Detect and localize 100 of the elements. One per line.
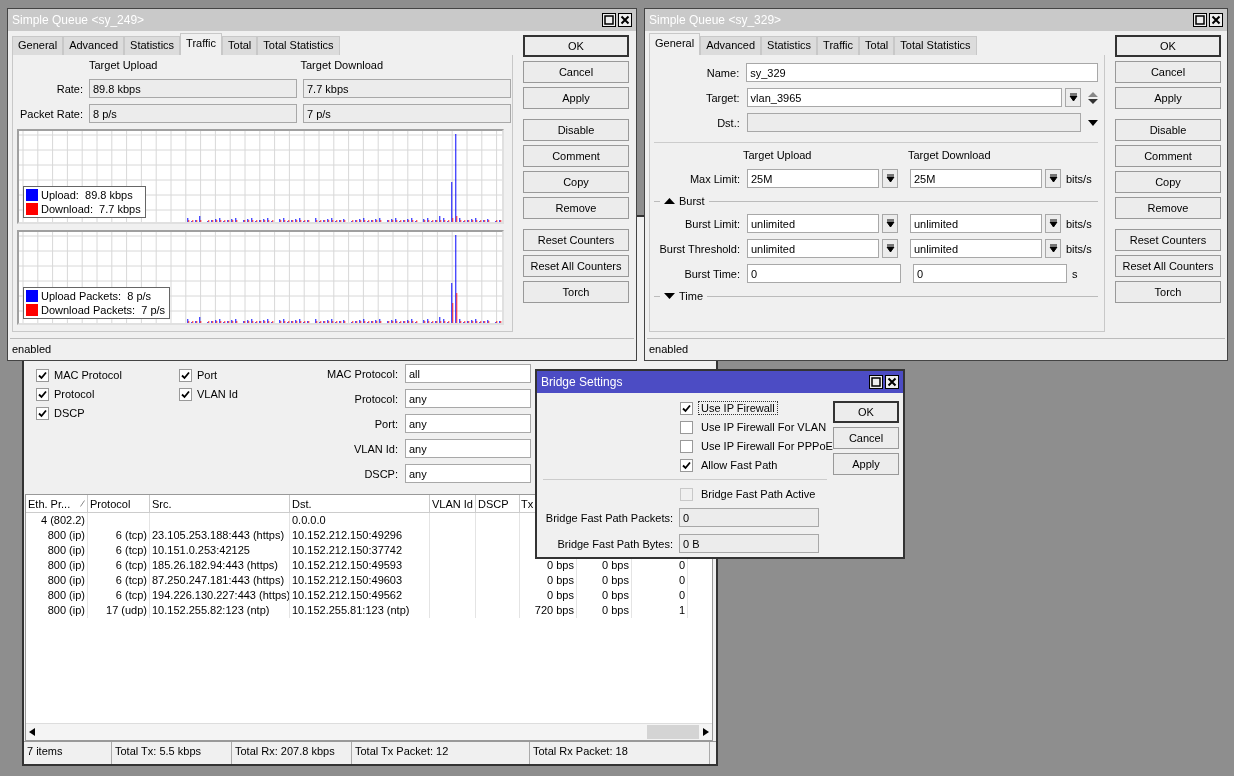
table-cell: 1 — [632, 603, 688, 618]
dialog-button[interactable]: Cancel — [523, 61, 629, 83]
dialog-button[interactable]: Apply — [1115, 87, 1221, 109]
input-field[interactable]: 0 — [747, 264, 901, 283]
column-header[interactable]: Eth. Pr... — [26, 495, 88, 512]
checkbox[interactable] — [179, 368, 192, 382]
dialog-button[interactable]: Copy — [523, 171, 629, 193]
scroll-left-icon[interactable] — [29, 728, 35, 736]
dialog-button[interactable]: Reset All Counters — [523, 255, 629, 277]
input-field[interactable]: any — [405, 439, 531, 458]
tab[interactable]: Total Statistics — [894, 36, 977, 55]
table-cell: 17 (udp) — [88, 603, 150, 618]
checkbox[interactable] — [680, 458, 693, 472]
column-header[interactable]: Src. — [150, 495, 290, 512]
tab[interactable]: General — [649, 33, 701, 55]
dialog-button[interactable]: OK — [833, 401, 899, 423]
dialog-button[interactable]: Reset Counters — [1115, 229, 1221, 251]
column-header[interactable]: VLAN Id — [430, 495, 476, 512]
input-field[interactable]: all — [405, 364, 531, 383]
dialog-button[interactable]: Copy — [1115, 171, 1221, 193]
up-triangle-icon[interactable] — [664, 198, 675, 204]
dropdown-button[interactable] — [882, 239, 898, 258]
input-field[interactable]: unlimited — [747, 214, 879, 233]
input-field[interactable]: unlimited — [910, 214, 1042, 233]
column-header[interactable]: Dst. — [290, 495, 430, 512]
tab[interactable]: Advanced — [63, 36, 125, 55]
name-field[interactable]: sy_329 — [746, 63, 1098, 82]
checkbox[interactable] — [680, 439, 693, 453]
spin-arrows-icon[interactable] — [1088, 90, 1098, 105]
dialog-button[interactable]: Cancel — [1115, 61, 1221, 83]
down-triangle-icon[interactable] — [664, 293, 675, 299]
input-field[interactable]: 0 — [913, 264, 1067, 283]
table-cell: 800 (ip) — [26, 573, 88, 588]
dialog-button[interactable]: Reset All Counters — [1115, 255, 1221, 277]
close-icon[interactable] — [885, 375, 899, 389]
column-header[interactable]: DSCP — [476, 495, 520, 512]
close-icon[interactable] — [1209, 13, 1223, 27]
tab[interactable]: Statistics — [761, 36, 818, 55]
input-field[interactable]: unlimited — [747, 239, 879, 258]
scrollbar-thumb[interactable] — [647, 725, 699, 739]
dialog-button[interactable]: Torch — [1115, 281, 1221, 303]
tab[interactable]: Total Statistics — [257, 36, 340, 55]
checkbox[interactable] — [36, 406, 49, 420]
table-cell: 6 (tcp) — [88, 543, 150, 558]
input-field[interactable]: any — [405, 414, 531, 433]
dialog-button[interactable]: Comment — [523, 145, 629, 167]
dialog-button[interactable]: Cancel — [833, 427, 899, 449]
down-arrow-icon — [1048, 174, 1058, 183]
dst-field[interactable] — [746, 113, 1082, 132]
checkbox[interactable] — [680, 401, 693, 415]
dialog-button[interactable]: Disable — [1115, 119, 1221, 141]
column-header[interactable]: Protocol — [88, 495, 150, 512]
field-label: Max Limit: — [688, 172, 740, 185]
target-field[interactable]: vlan_3965 — [746, 88, 1063, 107]
dialog-button[interactable]: Apply — [833, 453, 899, 475]
tab[interactable]: Traffic — [180, 33, 223, 55]
tab[interactable]: Total — [859, 36, 895, 55]
input-field[interactable]: any — [405, 389, 531, 408]
dialog-button[interactable]: Remove — [523, 197, 629, 219]
down-arrow-icon — [885, 219, 895, 228]
dropdown-arrow-icon[interactable] — [1088, 119, 1098, 126]
column-header[interactable]: Tx — [521, 497, 534, 510]
dialog-button[interactable]: OK — [523, 35, 629, 57]
dropdown-button[interactable] — [1045, 239, 1061, 258]
dropdown-button[interactable] — [1065, 88, 1082, 107]
down-arrow-icon — [1048, 244, 1058, 253]
checkbox[interactable] — [36, 368, 49, 382]
table-cell: 800 (ip) — [26, 588, 88, 603]
legend-label: Download: 7.7 kbps — [41, 203, 141, 215]
input-field[interactable]: 25M — [910, 169, 1042, 188]
dialog-button[interactable]: Reset Counters — [523, 229, 629, 251]
tab[interactable]: Statistics — [124, 36, 181, 55]
dropdown-button[interactable] — [882, 214, 898, 233]
dialog-button[interactable]: Remove — [1115, 197, 1221, 219]
dialog-button[interactable]: Apply — [523, 87, 629, 109]
dialog-button[interactable]: Disable — [523, 119, 629, 141]
checkbox[interactable] — [36, 387, 49, 401]
dropdown-button[interactable] — [1045, 214, 1061, 233]
input-field[interactable]: unlimited — [910, 239, 1042, 258]
input-field[interactable]: any — [405, 464, 531, 483]
checkbox[interactable] — [680, 420, 693, 434]
column-label: Target Upload — [89, 59, 159, 73]
dialog-button[interactable]: Comment — [1115, 145, 1221, 167]
scroll-right-icon[interactable] — [703, 728, 709, 736]
tab[interactable]: Total — [222, 36, 258, 55]
dialog-button[interactable]: OK — [1115, 35, 1221, 57]
tab[interactable]: General — [12, 36, 64, 55]
checkbox[interactable] — [179, 387, 192, 401]
dropdown-button[interactable] — [882, 169, 898, 188]
maximize-icon[interactable] — [1193, 13, 1207, 27]
maximize-icon[interactable] — [869, 375, 883, 389]
close-icon[interactable] — [618, 13, 632, 27]
horizontal-scrollbar[interactable] — [26, 723, 712, 740]
tab[interactable]: Traffic — [817, 36, 860, 55]
input-field[interactable]: 25M — [747, 169, 879, 188]
unit-label: bits/s — [1066, 172, 1092, 185]
maximize-icon[interactable] — [602, 13, 616, 27]
dropdown-button[interactable] — [1045, 169, 1061, 188]
tab[interactable]: Advanced — [700, 36, 762, 55]
dialog-button[interactable]: Torch — [523, 281, 629, 303]
